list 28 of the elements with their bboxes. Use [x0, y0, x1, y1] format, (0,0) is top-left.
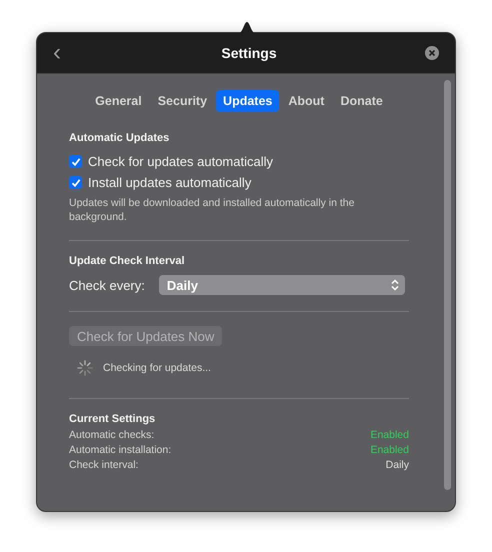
spinner-icon	[77, 360, 93, 376]
back-button[interactable]: ‹	[53, 41, 73, 65]
section-heading: Current Settings	[69, 413, 156, 425]
tab[interactable]: About	[281, 90, 332, 112]
setting-label: Automatic installation:	[69, 443, 172, 458]
tab[interactable]: Donate	[333, 90, 390, 112]
window-title: Settings	[220, 45, 278, 61]
tab[interactable]: Security	[150, 90, 214, 112]
checkbox[interactable]	[69, 176, 82, 189]
chevron-icon	[390, 279, 399, 291]
status-text: Checking for updates...	[103, 362, 211, 374]
setting-label: Automatic checks:	[69, 428, 154, 443]
tab[interactable]: General	[88, 90, 149, 112]
section-heading: Update Check Interval	[69, 255, 186, 267]
interval-dropdown[interactable]: Daily	[158, 275, 405, 295]
checkbox-label: Install updates automatically	[88, 175, 252, 190]
checkbox[interactable]	[69, 155, 82, 168]
setting-value: Daily	[386, 458, 409, 473]
description-text: Updates will be downloaded and installed automatically in the background.	[69, 196, 356, 224]
setting-value: Enabled	[370, 443, 409, 458]
close-icon[interactable]	[425, 46, 439, 60]
scrollbar[interactable]	[444, 80, 451, 490]
section-heading: Automatic Updates	[69, 132, 170, 144]
field-label: Check every:	[69, 278, 145, 292]
tab[interactable]: Updates	[216, 90, 280, 112]
checkbox-label: Check for updates automatically	[88, 154, 273, 169]
setting-value: Enabled	[370, 428, 409, 443]
setting-label: Check interval:	[69, 458, 138, 473]
